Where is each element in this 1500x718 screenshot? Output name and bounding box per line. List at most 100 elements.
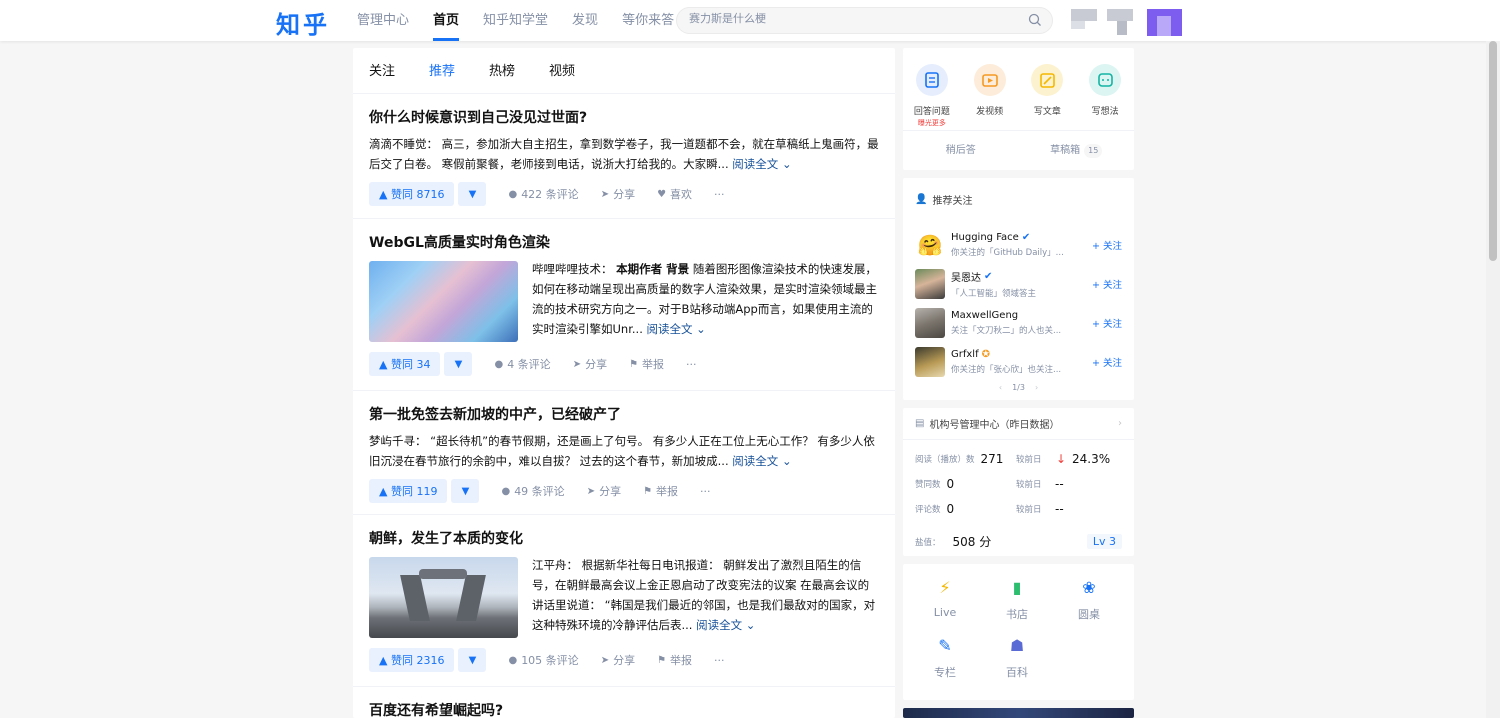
level-badge[interactable]: Lv 3 bbox=[1086, 534, 1122, 549]
drafts-button[interactable]: 草稿箱 15 bbox=[1019, 131, 1135, 170]
tool-column[interactable]: ✎ 专栏 bbox=[909, 636, 981, 680]
user-name[interactable]: Hugging Face ✔ bbox=[951, 232, 1079, 243]
article-icon bbox=[1031, 64, 1064, 96]
card-title[interactable]: 百度还有希望崛起吗? bbox=[369, 701, 879, 718]
nav-waiting-answer[interactable]: 等你来答 bbox=[622, 0, 674, 41]
stat-delta: 24.3% bbox=[1072, 451, 1111, 466]
avatar[interactable] bbox=[915, 307, 945, 338]
comment-button[interactable]: ● 4 条评论 bbox=[494, 356, 550, 372]
salt-label: 盐值： bbox=[915, 537, 941, 548]
scrollbar-thumb[interactable] bbox=[1489, 41, 1497, 261]
share-button[interactable]: ➤ 分享 bbox=[601, 186, 635, 202]
stats-header[interactable]: ▤ 机构号管理中心（昨日数据） › bbox=[903, 408, 1134, 440]
roundtable-icon: ❀ bbox=[1082, 578, 1096, 597]
more-icon[interactable]: ··· bbox=[714, 188, 725, 201]
nav-zhixuetang[interactable]: 知乎知学堂 bbox=[483, 0, 548, 41]
comment-button[interactable]: ● 422 条评论 bbox=[508, 186, 578, 202]
card-excerpt[interactable]: 哔哩哔哩技术： 本期作者 背景 随着图形图像渲染技术的快速发展，如何在移动端呈现… bbox=[532, 259, 878, 342]
tool-label: 专栏 bbox=[934, 666, 956, 679]
report-button[interactable]: ⚑ 举报 bbox=[657, 652, 692, 668]
upvote-button[interactable]: ▲ 赞同 2316 bbox=[369, 648, 455, 672]
downvote-button[interactable]: ▼ bbox=[451, 479, 480, 503]
nav-home[interactable]: 首页 bbox=[433, 0, 460, 41]
avatar[interactable] bbox=[915, 346, 945, 377]
downvote-button[interactable]: ▼ bbox=[458, 648, 487, 672]
upvote-button[interactable]: ▲ 赞同 34 bbox=[369, 352, 441, 376]
recommend-user[interactable]: Grfxlf ✪ 你关注的「张心欣」也关注... + 关注 bbox=[903, 342, 1134, 381]
tab-hot[interactable]: 热榜 bbox=[489, 48, 515, 93]
report-button[interactable]: ⚑ 举报 bbox=[629, 356, 664, 372]
read-more-link[interactable]: 阅读全文 ⌄ bbox=[647, 322, 706, 336]
nav-discover[interactable]: 发现 bbox=[572, 0, 598, 41]
read-more-link[interactable]: 阅读全文 ⌄ bbox=[696, 618, 755, 632]
recommend-user[interactable]: 🤗 Hugging Face ✔ 你关注的「GitHub Daily」... + … bbox=[903, 225, 1134, 264]
recommend-user[interactable]: 吴恩达 ✔ 「人工智能」领域答主 + 关注 bbox=[903, 264, 1134, 303]
card-excerpt[interactable]: 梦屿千寻： “超长待机”的春节假期，还是画上了句号。 有多少人正在工位上无心工作… bbox=[369, 431, 879, 471]
tools-card: ⚡ Live ▮ 书店 ❀ 圆桌 ✎ 专栏 ☗ 百科 bbox=[903, 564, 1134, 700]
search-icon[interactable] bbox=[1028, 13, 1042, 27]
nav-manage[interactable]: 管理中心 bbox=[357, 0, 409, 41]
card-title[interactable]: 第一批免签去新加坡的中产，已经破产了 bbox=[369, 405, 879, 425]
anime-thumbnail[interactable] bbox=[369, 261, 518, 342]
more-icon[interactable]: ··· bbox=[686, 358, 697, 371]
upvote-button[interactable]: ▲ 赞同 119 bbox=[369, 479, 448, 503]
card-title[interactable]: 朝鲜，发生了本质的变化 bbox=[369, 529, 879, 549]
downvote-button[interactable]: ▼ bbox=[444, 352, 473, 376]
user-name[interactable]: 吴恩达 ✔ bbox=[951, 269, 1079, 284]
card-excerpt[interactable]: 江平舟： 根据新华社每日电讯报道： 朝鲜发出了激烈且陌生的信号，在朝鲜最高会议上… bbox=[532, 555, 878, 638]
card-excerpt[interactable]: 滴滴不睡觉： 高三，参加浙大自主招生，拿到数学卷子，我一道题都不会，就在草稿纸上… bbox=[369, 134, 879, 174]
post-video-button[interactable]: 发视频 bbox=[965, 64, 1015, 130]
read-more-link[interactable]: 阅读全文 ⌄ bbox=[732, 454, 791, 468]
tool-live[interactable]: ⚡ Live bbox=[909, 578, 981, 622]
like-button[interactable]: ♥ 喜欢 bbox=[657, 186, 692, 202]
follow-button[interactable]: + 关注 bbox=[1092, 277, 1122, 291]
card-title[interactable]: 你什么时候意识到自己没见过世面? bbox=[369, 108, 879, 128]
monument-thumbnail[interactable] bbox=[369, 557, 518, 638]
card-title[interactable]: WebGL高质量实时角色渲染 bbox=[369, 233, 879, 253]
avatar[interactable] bbox=[915, 268, 945, 299]
more-icon[interactable]: ··· bbox=[700, 485, 711, 498]
follow-button[interactable]: + 关注 bbox=[1092, 316, 1122, 330]
tool-bookstore[interactable]: ▮ 书店 bbox=[981, 578, 1053, 622]
comment-button[interactable]: ● 105 条评论 bbox=[508, 652, 578, 668]
answer-question-button[interactable]: 回答问题 曝光更多 bbox=[907, 64, 957, 130]
comment-button[interactable]: ● 49 条评论 bbox=[501, 483, 564, 499]
answer-later-button[interactable]: 稍后答 bbox=[903, 131, 1019, 170]
next-page-icon[interactable]: › bbox=[1035, 383, 1038, 392]
zhihu-logo[interactable]: 知乎 bbox=[276, 5, 330, 40]
page-scrollbar[interactable] bbox=[1486, 41, 1500, 718]
notifications-icon[interactable] bbox=[1071, 9, 1097, 21]
user-name[interactable]: MaxwellGeng bbox=[951, 310, 1079, 321]
tool-wiki[interactable]: ☗ 百科 bbox=[981, 636, 1053, 680]
tab-recommend[interactable]: 推荐 bbox=[429, 48, 455, 93]
write-article-button[interactable]: 写文章 bbox=[1022, 64, 1072, 130]
read-more-link[interactable]: 阅读全文 ⌄ bbox=[732, 157, 791, 171]
top-header: 知乎 管理中心 首页 知乎知学堂 发现 等你来答 bbox=[0, 0, 1500, 41]
follow-button[interactable]: + 关注 bbox=[1092, 355, 1122, 369]
tab-follow[interactable]: 关注 bbox=[369, 48, 395, 93]
recommend-user[interactable]: MaxwellGeng 关注「文刀秋二」的人也关... + 关注 bbox=[903, 303, 1134, 342]
downvote-button[interactable]: ▼ bbox=[458, 182, 487, 206]
search-input[interactable] bbox=[689, 12, 1009, 25]
report-button[interactable]: ⚑ 举报 bbox=[643, 483, 678, 499]
follow-button[interactable]: + 关注 bbox=[1092, 238, 1122, 252]
share-button[interactable]: ➤ 分享 bbox=[573, 356, 607, 372]
share-button[interactable]: ➤ 分享 bbox=[587, 483, 621, 499]
write-thought-button[interactable]: 写想法 bbox=[1080, 64, 1130, 130]
avatar[interactable]: 🤗 bbox=[915, 229, 945, 260]
flag-icon: ⚑ bbox=[643, 485, 653, 497]
tool-roundtable[interactable]: ❀ 圆桌 bbox=[1053, 578, 1125, 622]
tab-video[interactable]: 视频 bbox=[549, 48, 575, 93]
share-icon: ➤ bbox=[572, 358, 582, 370]
search-box[interactable] bbox=[676, 7, 1053, 34]
upvote-button[interactable]: ▲ 赞同 8716 bbox=[369, 182, 455, 206]
arch-left bbox=[400, 575, 430, 621]
stat-value: 0 bbox=[946, 501, 955, 516]
share-button[interactable]: ➤ 分享 bbox=[601, 652, 635, 668]
more-icon[interactable]: ··· bbox=[714, 654, 725, 667]
prev-page-icon[interactable]: ‹ bbox=[999, 383, 1002, 392]
user-name[interactable]: Grfxlf ✪ bbox=[951, 349, 1079, 360]
ad-banner[interactable] bbox=[903, 708, 1134, 718]
messages-icon[interactable] bbox=[1107, 9, 1133, 21]
